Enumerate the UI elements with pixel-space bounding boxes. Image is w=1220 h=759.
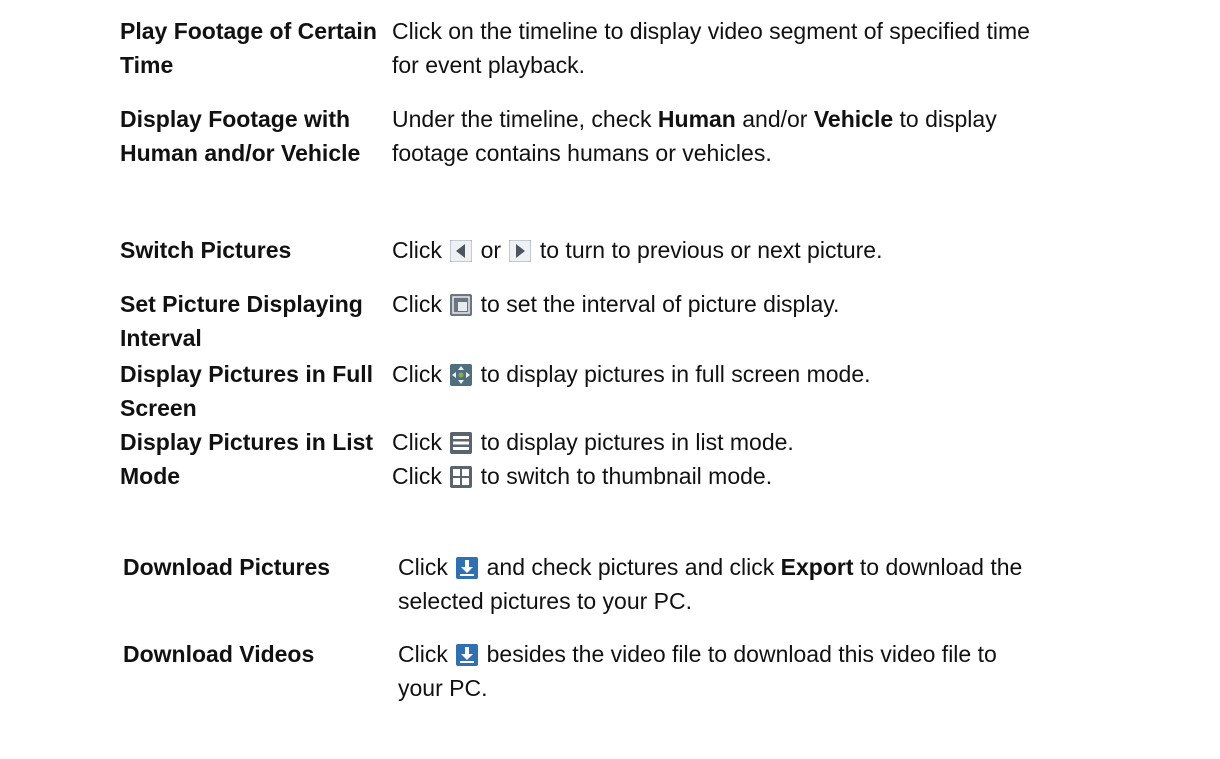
document-page: Play Footage of Certain Time Click on th…	[0, 0, 1220, 759]
desc-text: Click	[398, 641, 455, 667]
term-line: Download Pictures	[123, 554, 331, 580]
desc-line: footage contains humans or vehicles.	[392, 140, 772, 166]
desc-line: Click and check pictures and click Expor…	[398, 550, 1218, 584]
interval-icon	[450, 294, 473, 316]
desc-text: besides the video file to download this …	[480, 641, 997, 667]
term-label: Download Videos	[123, 637, 383, 671]
term-line: Mode	[120, 463, 181, 489]
description: Click to display pictures in full screen…	[392, 357, 1212, 391]
desc-text: to switch to thumbnail mode.	[474, 463, 773, 489]
term-line: Display Pictures in List	[120, 429, 374, 455]
download-icon	[456, 557, 479, 579]
desc-text: and check pictures and click	[480, 554, 781, 580]
vehicle-keyword: Vehicle	[813, 106, 894, 132]
desc-line: selected pictures to your PC.	[398, 588, 693, 614]
desc-line: Click to display pictures in full screen…	[392, 357, 1212, 391]
term-label: Display Footage with Human and/or Vehicl…	[120, 102, 361, 170]
term-line: Screen	[120, 395, 197, 421]
term-label: Set Picture Displaying Interval	[120, 287, 363, 355]
term-line: Switch Pictures	[120, 237, 292, 263]
human-keyword: Human	[657, 106, 736, 132]
export-keyword: Export	[780, 554, 854, 580]
desc-text: to set the interval of picture display.	[474, 291, 840, 317]
description: Click and check pictures and click Expor…	[398, 550, 1218, 618]
desc-text: to display pictures in full screen mode.	[474, 361, 871, 387]
desc-line: Click besides the video file to download…	[398, 637, 1218, 671]
term-line: Play Footage of Certain	[120, 18, 377, 44]
term-line: Set Picture Displaying	[120, 291, 363, 317]
term-label: Display Pictures in Full Screen	[120, 357, 374, 425]
description: Click to display pictures in list mode. …	[392, 425, 1212, 493]
desc-line: Click or to turn to previous or next pic…	[392, 233, 1212, 267]
download-icon	[456, 644, 479, 666]
desc-text: or	[474, 237, 508, 263]
previous-picture-icon	[450, 240, 473, 262]
desc-text: Click	[392, 237, 449, 263]
desc-line: Click to display pictures in list mode.	[392, 425, 1212, 459]
full-screen-icon	[450, 364, 473, 386]
description: Click on the timeline to display video s…	[392, 14, 1212, 82]
desc-text: to download the	[853, 554, 1023, 580]
description: Click to set the interval of picture dis…	[392, 287, 1212, 321]
term-label: Download Pictures	[123, 550, 383, 584]
term-line: Interval	[120, 325, 202, 351]
term-line: Human and/or Vehicle	[120, 140, 361, 166]
desc-text: to display	[893, 106, 997, 132]
next-picture-icon	[509, 240, 532, 262]
term-label: Switch Pictures	[120, 233, 350, 267]
desc-text: Click	[392, 463, 449, 489]
thumbnail-mode-icon	[450, 466, 473, 488]
desc-line: your PC.	[398, 675, 488, 701]
description: Under the timeline, check Human and/or V…	[392, 102, 1212, 170]
desc-text: Click	[392, 429, 449, 455]
term-line: Display Pictures in Full	[120, 361, 374, 387]
desc-line: Click on the timeline to display video s…	[392, 18, 1030, 44]
desc-text: and/or	[735, 106, 814, 132]
description: Click or to turn to previous or next pic…	[392, 233, 1212, 267]
desc-text: Click	[392, 361, 449, 387]
desc-text: to display pictures in list mode.	[474, 429, 794, 455]
desc-text: Under the timeline, check	[392, 106, 658, 132]
desc-text: Click	[398, 554, 455, 580]
desc-text: to turn to previous or next picture.	[533, 237, 883, 263]
description: Click besides the video file to download…	[398, 637, 1218, 705]
desc-line: for event playback.	[392, 52, 586, 78]
term-line: Display Footage with	[120, 106, 351, 132]
term-label: Play Footage of Certain Time	[120, 14, 377, 82]
desc-line: Click to switch to thumbnail mode.	[392, 459, 1212, 493]
desc-text: Click	[392, 291, 449, 317]
list-mode-icon	[450, 432, 473, 454]
term-line: Download Videos	[123, 641, 315, 667]
term-line: Time	[120, 52, 174, 78]
desc-line: Under the timeline, check Human and/or V…	[392, 102, 1212, 136]
desc-line: Click to set the interval of picture dis…	[392, 287, 1212, 321]
term-label: Display Pictures in List Mode	[120, 425, 374, 493]
